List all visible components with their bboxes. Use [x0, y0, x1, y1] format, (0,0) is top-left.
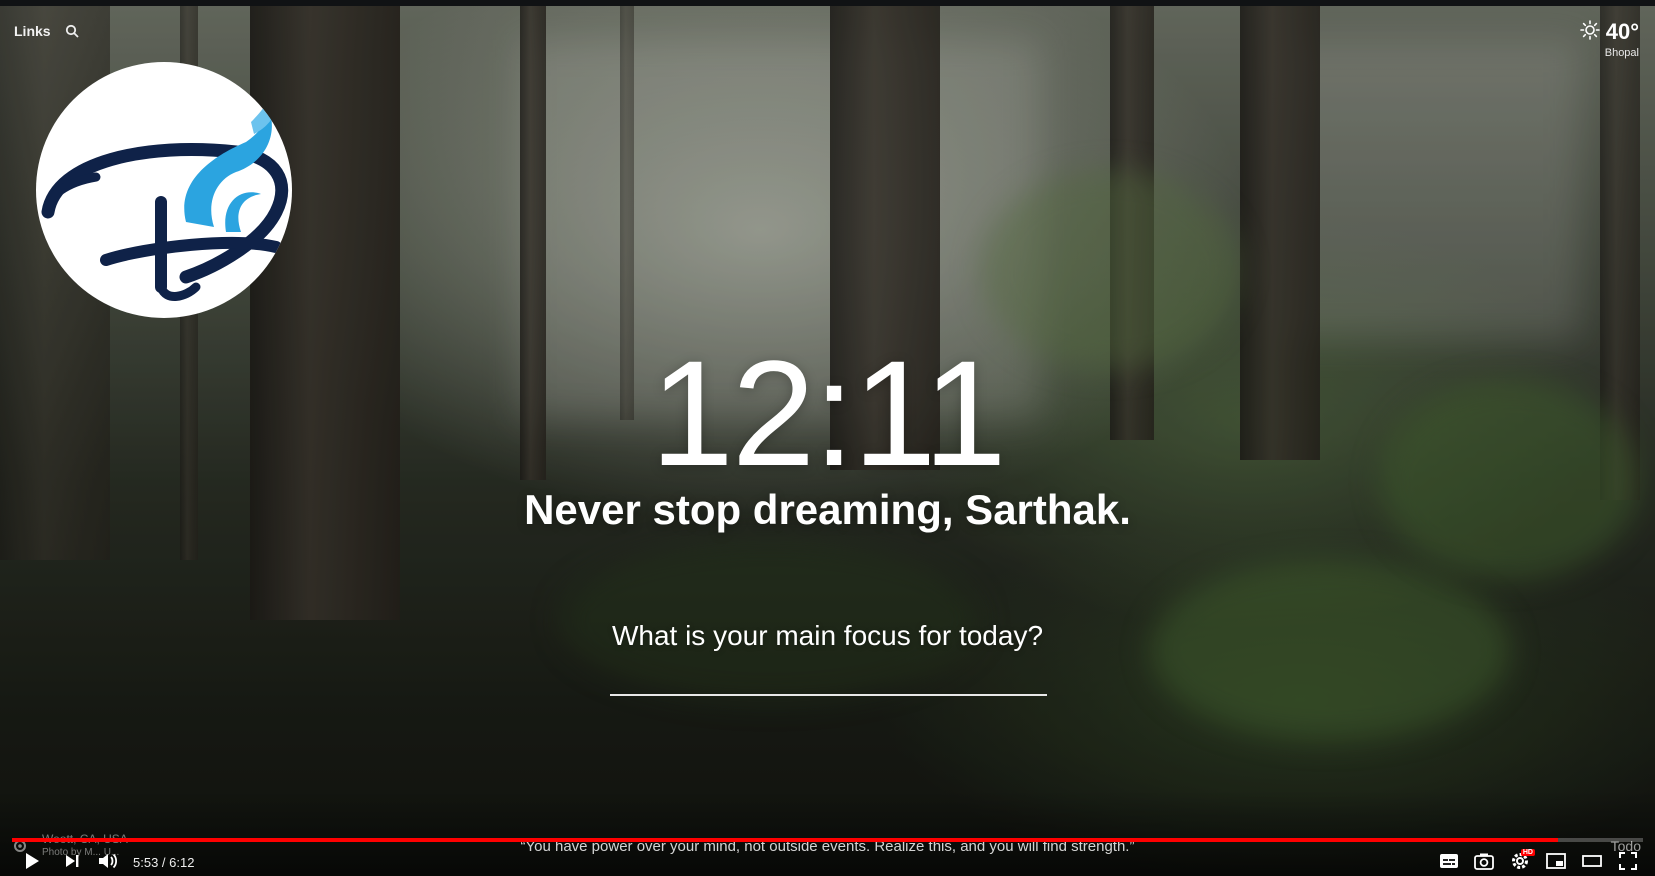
top-strip: [0, 0, 1655, 6]
next-icon[interactable]: [60, 850, 84, 872]
video-controls: 5:53 / 6:12 HD: [0, 846, 1655, 876]
video-progress-bar[interactable]: [12, 838, 1643, 842]
current-time: 5:53: [133, 855, 159, 870]
search-icon[interactable]: [65, 24, 79, 38]
play-icon[interactable]: [20, 850, 44, 872]
temperature: 40°: [1605, 19, 1639, 44]
volume-icon[interactable]: [96, 850, 120, 872]
weather-location: Bhopal: [1604, 47, 1639, 59]
hd-badge: HD: [1520, 849, 1535, 856]
links-bar: Links: [14, 23, 79, 39]
theater-icon[interactable]: [1580, 850, 1604, 872]
channel-logo: [36, 62, 292, 318]
video-duration: 6:12: [169, 855, 195, 870]
clock-time: 12:11: [650, 329, 1006, 497]
weather-widget[interactable]: 40° Bhopal: [1579, 19, 1639, 59]
screenshot-icon[interactable]: [1472, 850, 1496, 872]
fullscreen-icon[interactable]: [1616, 850, 1640, 872]
video-progress-fill: [12, 838, 1559, 842]
sun-icon: [1579, 19, 1600, 45]
miniplayer-icon[interactable]: [1544, 850, 1568, 872]
links-button[interactable]: Links: [14, 23, 51, 39]
settings-icon[interactable]: HD: [1508, 849, 1535, 872]
video-time: 5:53 / 6:12: [133, 855, 194, 870]
focus-input[interactable]: [610, 650, 1047, 696]
time-separator: /: [158, 855, 170, 870]
greeting-text: Never stop dreaming, Sarthak.: [524, 486, 1131, 533]
subtitles-icon[interactable]: [1437, 850, 1461, 872]
focus-question: What is your main focus for today?: [611, 620, 1044, 651]
